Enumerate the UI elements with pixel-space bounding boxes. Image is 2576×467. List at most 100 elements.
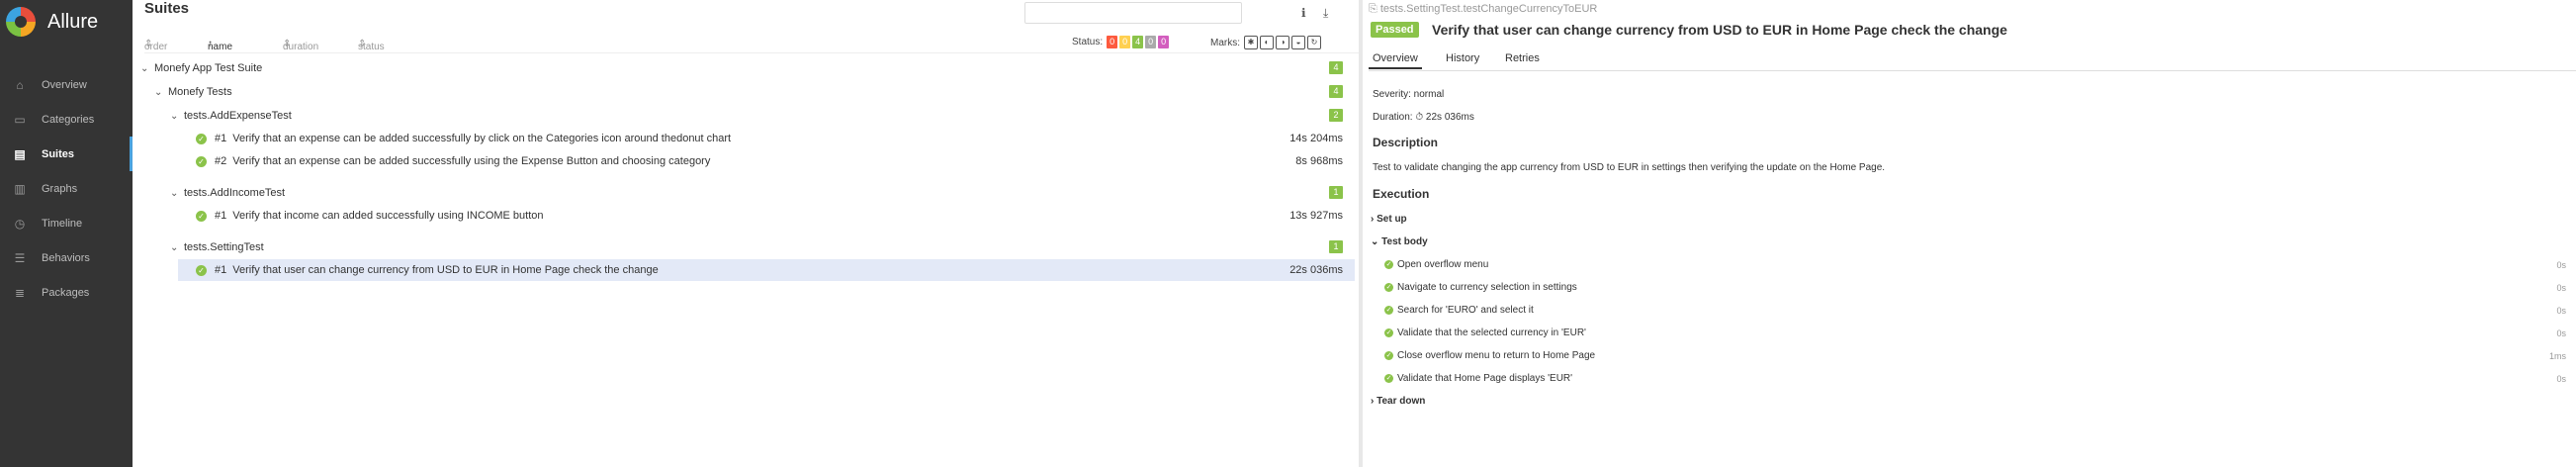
sidebar-item-timeline[interactable]: ◷ Timeline bbox=[0, 206, 133, 240]
test-row[interactable]: ✓ #2 Verify that an expense can be added s… bbox=[188, 150, 1355, 172]
info-icon[interactable]: ℹ bbox=[1301, 6, 1306, 20]
sidebar-item-graphs[interactable]: ▥ Graphs bbox=[0, 171, 133, 206]
sidebar-item-label: Packages bbox=[42, 286, 90, 299]
test-duration: 22s 036ms bbox=[1289, 264, 1343, 276]
test-number: #1 bbox=[215, 133, 227, 144]
new-passed-mark-icon[interactable]: ◑ bbox=[1276, 36, 1289, 49]
step-label: Search for 'EURO' and select it bbox=[1397, 305, 1534, 316]
bar-chart-icon: ▥ bbox=[14, 181, 26, 196]
tree-class[interactable]: ⌄ tests.SettingTest 1 bbox=[170, 236, 1355, 258]
status-passed-toggle[interactable]: 4 bbox=[1132, 36, 1144, 48]
tree-class[interactable]: ⌄ tests.AddIncomeTest 1 bbox=[170, 182, 1355, 204]
tab-overview[interactable]: Overview bbox=[1369, 49, 1422, 69]
sort-duration[interactable]: duration ⇕ bbox=[283, 39, 318, 52]
count-badge: 1 bbox=[1329, 186, 1343, 199]
tab-history[interactable]: History bbox=[1442, 49, 1483, 67]
status-skipped-toggle[interactable]: 0 bbox=[1145, 36, 1157, 48]
passed-icon: ✓ bbox=[1384, 351, 1393, 360]
severity: Severity: normal bbox=[1373, 89, 1445, 100]
suites-panel: Suites ℹ ⤓ order ⇕ name ↑ duration ⇕ sta… bbox=[133, 0, 1359, 467]
test-path-text: tests.SettingTest.testChangeCurrencyToEU… bbox=[1379, 3, 1598, 15]
chevron-down-icon: ⌄ bbox=[154, 86, 163, 98]
allure-logo-icon bbox=[6, 7, 36, 37]
test-duration: 13s 927ms bbox=[1289, 210, 1343, 222]
sidebar-item-packages[interactable]: ≣ Packages bbox=[0, 275, 133, 310]
tree-label: tests.SettingTest bbox=[184, 241, 264, 253]
tree-class[interactable]: ⌄ tests.AddExpenseTest 2 bbox=[170, 105, 1355, 127]
test-body-section[interactable]: ⌄ Test body bbox=[1371, 236, 1428, 247]
step-row[interactable]: ✓ Close overflow menu to return to Home P… bbox=[1384, 350, 1595, 361]
sidebar-item-label: Graphs bbox=[42, 182, 78, 195]
test-number: #2 bbox=[215, 155, 227, 167]
teardown-section[interactable]: › Tear down bbox=[1371, 396, 1425, 407]
sidebar-item-overview[interactable]: ⌂ Overview bbox=[0, 67, 133, 102]
passed-icon: ✓ bbox=[196, 210, 207, 222]
count-badge: 4 bbox=[1329, 85, 1343, 98]
page-title: Suites bbox=[144, 0, 190, 17]
packages-icon: ≣ bbox=[14, 285, 26, 300]
section-label: Set up bbox=[1377, 214, 1407, 225]
sidebar-item-label: Categories bbox=[42, 113, 95, 126]
flaky-mark-icon[interactable]: ✱ bbox=[1244, 36, 1258, 49]
test-name: Verify that an expense can be added succ… bbox=[232, 133, 732, 144]
sidebar-item-categories[interactable]: ▭ Categories bbox=[0, 102, 133, 137]
test-row[interactable]: ✓ #1 Verify that income can added successf… bbox=[188, 205, 1355, 227]
step-row[interactable]: ✓ Search for 'EURO' and select it bbox=[1384, 305, 1534, 316]
sort-status[interactable]: status ⇕ bbox=[358, 39, 385, 52]
sidebar-item-behaviors[interactable]: ☰ Behaviors bbox=[0, 240, 133, 275]
brand[interactable]: Allure bbox=[0, 0, 133, 44]
suites-icon: ▤ bbox=[14, 146, 26, 161]
test-row-selected[interactable]: ✓ #1 Verify that user can change currency … bbox=[178, 259, 1355, 281]
tree-group[interactable]: ⌄ Monefy Tests 4 bbox=[154, 81, 1355, 103]
test-detail-panel: ⎘ tests.SettingTest.testChangeCurrencyTo… bbox=[1363, 0, 2576, 467]
chevron-down-icon: ⌄ bbox=[140, 62, 149, 74]
sidebar-item-suites[interactable]: ▤ Suites bbox=[0, 137, 133, 171]
sort-label: name bbox=[208, 42, 233, 52]
step-row[interactable]: ✓ Navigate to currency selection in setti… bbox=[1384, 282, 1577, 293]
test-path: ⎘ tests.SettingTest.testChangeCurrencyTo… bbox=[1369, 3, 1598, 15]
status-failed-toggle[interactable]: 0 bbox=[1107, 36, 1118, 48]
step-row[interactable]: ✓ Validate that Home Page displays 'EUR' bbox=[1384, 373, 1572, 384]
count-badge: 1 bbox=[1329, 240, 1343, 253]
chevron-down-icon: ⌄ bbox=[170, 110, 179, 122]
tree-suite[interactable]: ⌄ Monefy App Test Suite 4 bbox=[140, 57, 1355, 79]
step-duration: 1ms bbox=[2548, 351, 2566, 361]
step-duration: 0s bbox=[2556, 283, 2566, 293]
count-badge: 4 bbox=[1329, 61, 1343, 74]
sort-label: order bbox=[144, 42, 168, 52]
section-label: Test body bbox=[1381, 236, 1428, 247]
description-text: Test to validate changing the app curren… bbox=[1373, 162, 1886, 173]
test-number: #1 bbox=[215, 210, 227, 222]
search-input[interactable] bbox=[1024, 2, 1242, 24]
list-icon: ☰ bbox=[14, 250, 26, 265]
sort-order[interactable]: order ⇕ bbox=[144, 39, 167, 52]
passed-icon: ✓ bbox=[1384, 283, 1393, 292]
setup-section[interactable]: › Set up bbox=[1371, 214, 1407, 225]
status-broken-toggle[interactable]: 0 bbox=[1119, 36, 1131, 48]
detail-tabs: Overview History Retries bbox=[1369, 49, 2576, 71]
tree-label: Monefy Tests bbox=[168, 86, 232, 98]
tab-retries[interactable]: Retries bbox=[1501, 49, 1544, 67]
sort-name[interactable]: name ↑ bbox=[208, 39, 232, 52]
retries-mark-icon[interactable]: ↻ bbox=[1307, 36, 1321, 49]
duration: Duration: ⏱ 22s 036ms bbox=[1373, 112, 1474, 123]
step-label: Validate that Home Page displays 'EUR' bbox=[1397, 373, 1573, 384]
download-icon[interactable]: ⤓ bbox=[1323, 6, 1328, 21]
step-duration: 0s bbox=[2556, 260, 2566, 270]
marks-filter: Marks: ✱ ◐ ◑ ◒ ↻ bbox=[1210, 36, 1321, 49]
clock-icon: ◷ bbox=[14, 216, 26, 231]
new-failed-mark-icon[interactable]: ◐ bbox=[1260, 36, 1274, 49]
passed-icon: ✓ bbox=[196, 155, 207, 167]
status-badge: Passed bbox=[1371, 22, 1419, 38]
test-duration: 14s 204ms bbox=[1289, 133, 1343, 144]
step-row[interactable]: ✓ Open overflow menu bbox=[1384, 259, 2576, 270]
marks-label: Marks: bbox=[1210, 37, 1240, 48]
status-unknown-toggle[interactable]: 0 bbox=[1158, 36, 1170, 48]
test-duration: 8s 968ms bbox=[1295, 155, 1343, 167]
test-row[interactable]: ✓ #1 Verify that an expense can be added s… bbox=[188, 128, 1355, 149]
test-name: Verify that income can added successfull… bbox=[232, 210, 544, 222]
new-broken-mark-icon[interactable]: ◒ bbox=[1291, 36, 1305, 49]
sidebar-item-label: Behaviors bbox=[42, 251, 90, 264]
step-row[interactable]: ✓ Validate that the selected currency in … bbox=[1384, 327, 1586, 338]
step-label: Validate that the selected currency in '… bbox=[1397, 327, 1586, 338]
